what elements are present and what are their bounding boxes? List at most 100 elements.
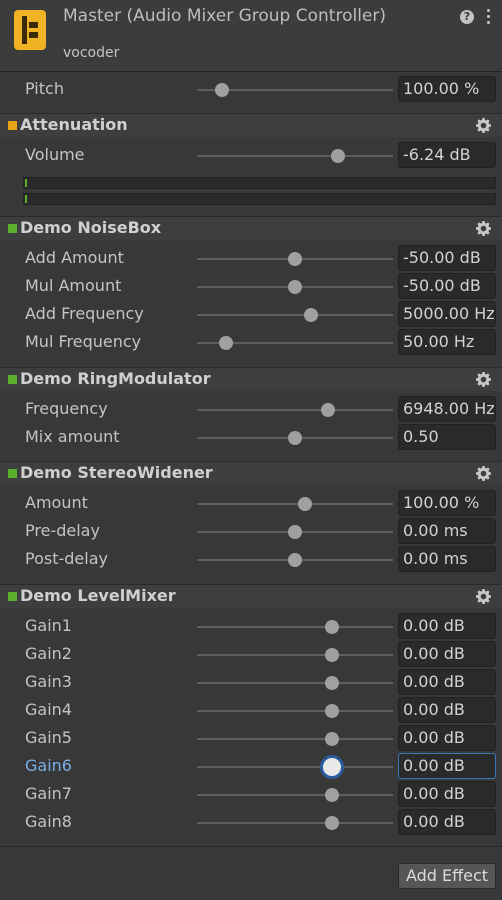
slider-thumb[interactable] <box>288 280 302 294</box>
param-row-amount: Amount 100.00 % <box>0 490 502 518</box>
gear-icon[interactable] <box>476 118 491 133</box>
slider-thumb[interactable] <box>325 676 340 690</box>
section-ringmodulator[interactable]: Demo RingModulator <box>0 367 502 391</box>
param-value-field[interactable]: 50.00 Hz <box>398 329 496 355</box>
param-value-field[interactable]: 0.00 dB <box>398 725 496 751</box>
slider-track[interactable] <box>197 626 393 628</box>
slider-thumb[interactable] <box>331 149 346 163</box>
slider-thumb[interactable] <box>288 431 302 445</box>
slider-thumb[interactable] <box>215 83 230 97</box>
slider-thumb[interactable] <box>288 553 302 567</box>
param-label: Gain5 <box>25 728 72 747</box>
effect-color-square <box>8 224 17 233</box>
param-row-gain1: Gain1 0.00 dB <box>0 613 502 641</box>
param-row-post-delay: Post-delay 0.00 ms <box>0 546 502 574</box>
param-row-gain3: Gain3 0.00 dB <box>0 669 502 697</box>
slider-thumb[interactable] <box>325 732 340 746</box>
param-value-field[interactable]: 5000.00 Hz <box>398 301 496 327</box>
slider-thumb[interactable] <box>321 403 336 417</box>
slider-thumb[interactable] <box>325 648 340 662</box>
param-value-field[interactable]: -50.00 dB <box>398 245 496 271</box>
param-value-field[interactable]: 0.00 dB <box>398 613 496 639</box>
slider-thumb[interactable] <box>219 336 234 350</box>
more-options-icon[interactable] <box>485 9 491 27</box>
slider-track[interactable] <box>197 654 393 656</box>
param-label: Add Frequency <box>25 304 144 323</box>
gear-icon[interactable] <box>476 589 491 604</box>
effect-color-square <box>8 592 17 601</box>
section-title: Demo LevelMixer <box>20 586 176 605</box>
slider-track[interactable] <box>197 314 393 316</box>
param-label: Pre-delay <box>25 521 100 540</box>
param-value-field[interactable]: 0.00 dB <box>398 781 496 807</box>
param-row-gain8: Gain8 0.00 dB <box>0 809 502 837</box>
slider-track[interactable] <box>197 682 393 684</box>
param-row-gain4: Gain4 0.00 dB <box>0 697 502 725</box>
slider-track[interactable] <box>197 155 393 157</box>
param-value-field[interactable]: -50.00 dB <box>398 273 496 299</box>
param-label: Pitch <box>25 79 64 98</box>
slider-thumb[interactable] <box>288 525 302 539</box>
param-value-field[interactable]: 100.00 % <box>398 76 496 102</box>
section-title: Demo StereoWidener <box>20 463 213 482</box>
slider-track[interactable] <box>197 710 393 712</box>
slider-track[interactable] <box>197 409 393 411</box>
param-label: Post-delay <box>25 549 108 568</box>
gear-icon[interactable] <box>476 372 491 387</box>
slider-track[interactable] <box>197 503 393 505</box>
slider-thumb[interactable] <box>325 816 340 830</box>
effect-color-square <box>8 375 17 384</box>
param-label: Mul Frequency <box>25 332 142 351</box>
param-label: Mul Amount <box>25 276 122 295</box>
param-row-gain5: Gain5 0.00 dB <box>0 725 502 753</box>
slider-thumb[interactable] <box>303 308 318 322</box>
component-title: Master (Audio Mixer Group Controller) <box>63 6 387 26</box>
param-row-add-amount: Add Amount -50.00 dB <box>0 245 502 273</box>
param-value-field[interactable]: 0.00 dB <box>398 641 496 667</box>
param-row-gain6: Gain6 0.00 dB <box>0 753 502 781</box>
param-row-add-frequency: Add Frequency 5000.00 Hz <box>0 301 502 329</box>
section-title: Attenuation <box>20 115 128 134</box>
param-label: Gain1 <box>25 616 72 635</box>
section-attenuation[interactable]: Attenuation <box>0 113 502 137</box>
help-icon[interactable]: ? <box>460 10 474 24</box>
section-title: Demo RingModulator <box>20 369 211 388</box>
section-levelmixer[interactable]: Demo LevelMixer <box>0 584 502 608</box>
section-noisebox[interactable]: Demo NoiseBox <box>0 216 502 240</box>
slider-thumb[interactable] <box>288 252 302 266</box>
section-stereowidener[interactable]: Demo StereoWidener <box>0 461 502 485</box>
param-row-frequency: Frequency 6948.00 Hz <box>0 396 502 424</box>
slider-thumb[interactable] <box>323 758 342 776</box>
mixer-name: vocoder <box>63 45 120 61</box>
slider-track[interactable] <box>197 738 393 740</box>
section-title: Demo NoiseBox <box>20 218 162 237</box>
param-label: Add Amount <box>25 248 124 267</box>
param-value-field[interactable]: 0.00 dB <box>398 753 496 779</box>
slider-thumb[interactable] <box>325 704 340 718</box>
add-effect-button[interactable]: Add Effect <box>398 863 496 889</box>
param-value-field[interactable]: 0.00 dB <box>398 697 496 723</box>
param-label: Gain7 <box>25 784 72 803</box>
param-value-field[interactable]: 0.50 <box>398 424 496 450</box>
slider-track[interactable] <box>197 794 393 796</box>
param-value-field[interactable]: 0.00 dB <box>398 809 496 835</box>
param-value-field[interactable]: 0.00 dB <box>398 669 496 695</box>
param-label: Gain2 <box>25 644 72 663</box>
param-value-field[interactable]: -6.24 dB <box>398 142 496 168</box>
slider-thumb[interactable] <box>297 497 312 511</box>
inspector-header: Master (Audio Mixer Group Controller) vo… <box>0 0 502 72</box>
gear-icon[interactable] <box>476 466 491 481</box>
param-value-field[interactable]: 6948.00 Hz <box>398 396 496 422</box>
slider-track[interactable] <box>197 822 393 824</box>
param-row-mul-frequency: Mul Frequency 50.00 Hz <box>0 329 502 357</box>
param-value-field[interactable]: 100.00 % <box>398 490 496 516</box>
param-value-field[interactable]: 0.00 ms <box>398 518 496 544</box>
slider-thumb[interactable] <box>325 788 340 802</box>
gear-icon[interactable] <box>476 221 491 236</box>
level-meter-right <box>23 193 496 205</box>
param-value-field[interactable]: 0.00 ms <box>398 546 496 572</box>
effect-color-square <box>8 469 17 478</box>
slider-thumb[interactable] <box>325 620 340 634</box>
param-row-volume: Volume -6.24 dB <box>0 142 502 170</box>
slider-track[interactable] <box>197 766 393 768</box>
